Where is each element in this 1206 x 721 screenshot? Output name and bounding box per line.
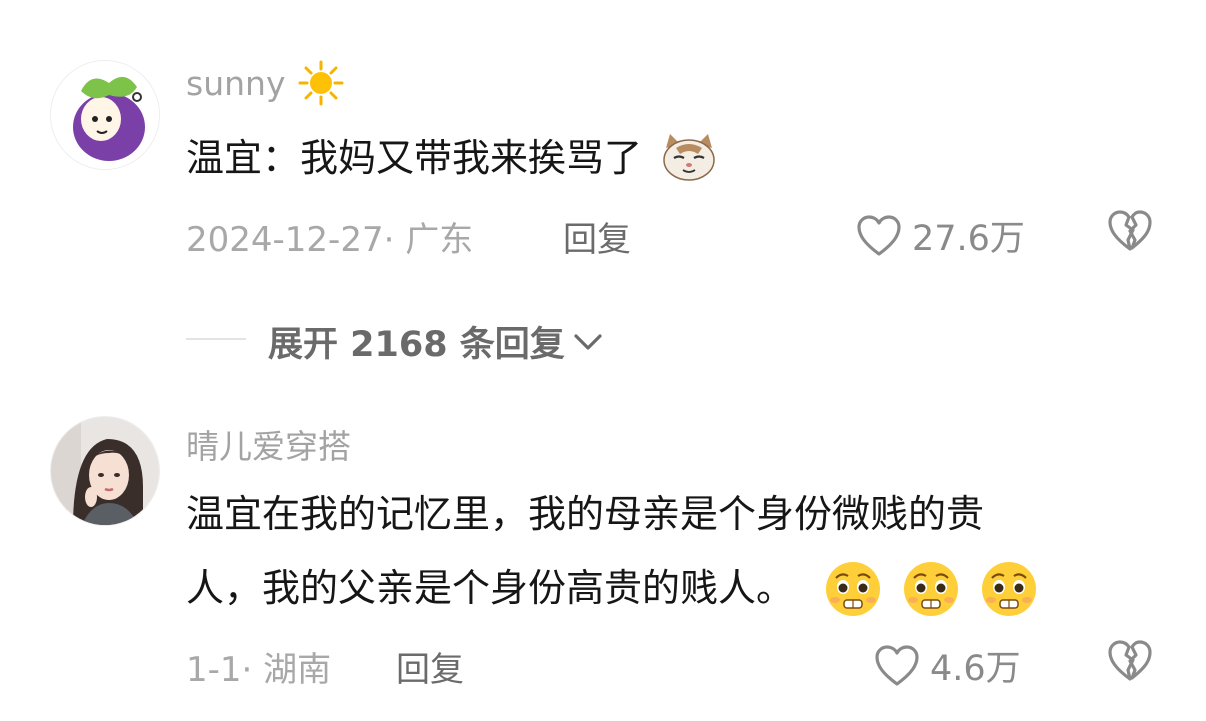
- pleading-face-icon: [826, 562, 881, 616]
- reply-button[interactable]: 回复: [396, 642, 464, 691]
- like-count: 4.6万: [930, 649, 1021, 689]
- reply-button[interactable]: 回复: [563, 212, 631, 261]
- like-button[interactable]: 27.6万: [856, 210, 1025, 261]
- heart-icon: [875, 644, 919, 686]
- comment-date-location: 1-1· 湖南: [186, 650, 332, 690]
- avatar-qinger[interactable]: [50, 416, 160, 526]
- chevron-down-icon: [574, 333, 602, 350]
- avatar-sunny[interactable]: [50, 60, 160, 170]
- like-count: 27.6万: [912, 219, 1025, 259]
- comment-username[interactable]: sunny: [186, 60, 344, 106]
- eggplant-avatar-icon: [51, 61, 159, 169]
- sun-icon: [298, 60, 344, 105]
- broken-heart-icon: [1108, 640, 1152, 681]
- dislike-button[interactable]: [1106, 210, 1154, 256]
- pleading-emoji-group: [824, 550, 1038, 624]
- comment-username[interactable]: 晴儿爱穿搭: [186, 420, 351, 468]
- cat-face-icon: [663, 133, 715, 181]
- like-button[interactable]: 4.6万: [874, 640, 1021, 691]
- pleading-face-icon: [982, 562, 1037, 616]
- comment-text: 温宜：我妈又带我来挨骂了: [186, 121, 718, 195]
- dislike-button[interactable]: [1106, 640, 1154, 686]
- divider-line: [186, 338, 246, 340]
- comment-text-line-2: 人，我的父亲是个身份高贵的贱人。: [186, 551, 1038, 625]
- comment-date-location: 2024-12-27· 广东: [186, 220, 474, 260]
- heart-icon: [857, 214, 901, 256]
- comment-text-line-1: 温宜在我的记忆里，我的母亲是个身份微贱的贵: [186, 492, 985, 536]
- user-photo-icon: [51, 417, 159, 525]
- expand-replies-label: 展开 2168 条回复: [268, 325, 565, 365]
- broken-heart-icon: [1108, 210, 1152, 251]
- pleading-face-icon: [904, 562, 959, 616]
- expand-replies-button[interactable]: 展开 2168 条回复: [268, 316, 605, 367]
